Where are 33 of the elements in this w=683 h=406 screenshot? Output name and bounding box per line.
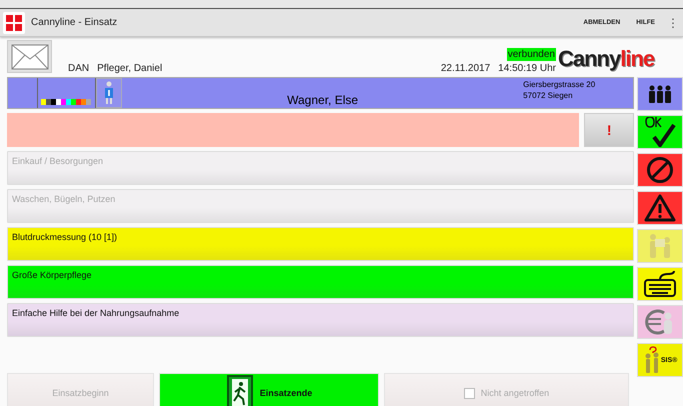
patient-name: Wagner, Else: [287, 93, 358, 107]
task-row[interactable]: Große Körperpflege: [7, 265, 634, 299]
user-code: DAN: [68, 63, 90, 74]
info-figure-icon: [103, 81, 115, 105]
side-button[interactable]: [637, 77, 683, 111]
prohibited-icon: [646, 156, 674, 184]
task-row[interactable]: Einfache Hilfe bei der Nahrungsaufnahme: [7, 303, 634, 337]
mail-button[interactable]: [7, 40, 52, 73]
side-button[interactable]: [637, 153, 683, 187]
envelope-icon: [10, 44, 48, 70]
date-text: 22.11.2017: [440, 63, 490, 74]
overflow-menu-button[interactable]: ⋮: [667, 16, 679, 30]
figures-icon: [642, 346, 661, 374]
people-icon: [647, 85, 674, 103]
info-button[interactable]: [96, 78, 122, 108]
app-logo-icon: [3, 12, 25, 34]
ok-check-icon: [644, 117, 676, 147]
address-line: 57072 Siegen: [523, 91, 574, 100]
keyboard-icon: [643, 270, 678, 298]
window-title: Cannyline - Einsatz: [31, 17, 118, 28]
task-row[interactable]: Blutdruckmessung (10 [1]): [7, 227, 634, 261]
end-button[interactable]: Einsatzende: [159, 373, 379, 406]
warning-icon: [644, 194, 676, 222]
exit-door-icon: [226, 375, 254, 406]
brand-logo: Cannyline: [558, 46, 656, 72]
color-legend-icon: [41, 99, 93, 105]
user-name: Pfleger, Daniel: [97, 63, 162, 74]
connection-status: verbunden: [506, 48, 556, 61]
address-line: Giersbergstrasse 20: [523, 80, 596, 89]
side-button[interactable]: [637, 115, 683, 149]
time-text: 14:50:19 Uhr: [498, 63, 556, 74]
side-button[interactable]: [637, 191, 683, 225]
side-button[interactable]: [637, 267, 683, 301]
